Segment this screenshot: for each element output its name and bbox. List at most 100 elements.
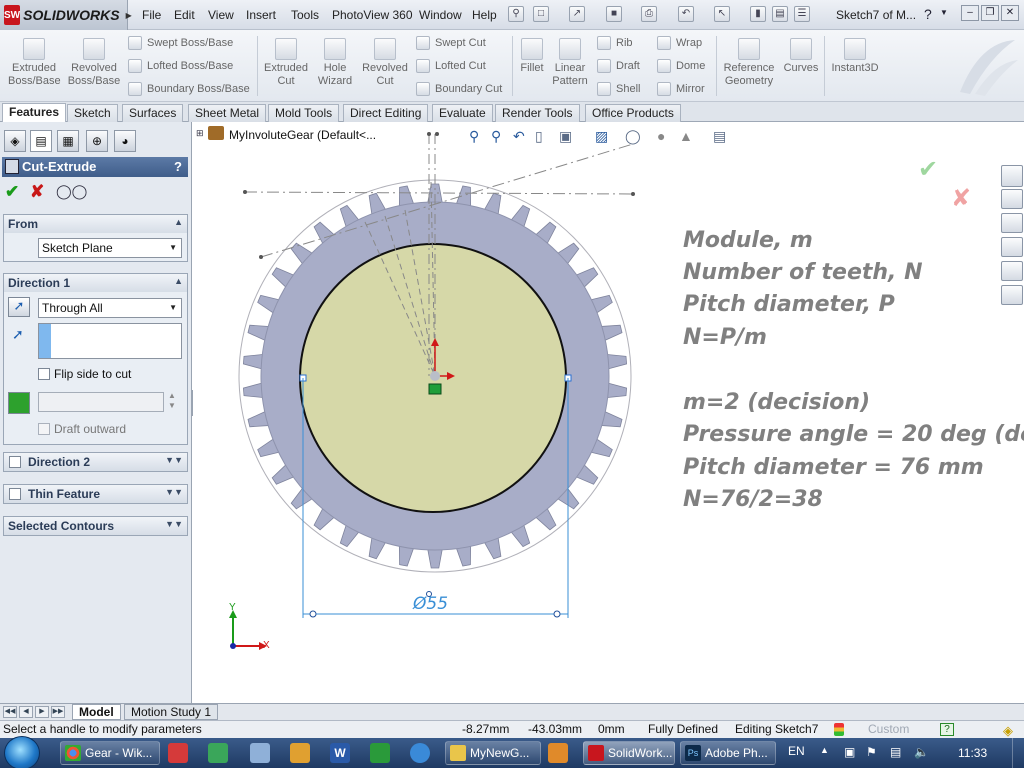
start-button-icon[interactable] xyxy=(4,736,40,768)
task-explorer[interactable]: MyNewG... xyxy=(445,741,541,765)
menu-view[interactable]: View xyxy=(208,8,234,22)
curves-button[interactable]: Curves xyxy=(782,38,820,75)
direction2-group[interactable]: Direction 2 ▼▼ xyxy=(3,452,188,472)
next-tab-icon[interactable]: ▶ xyxy=(35,706,49,718)
fillet-button[interactable]: Fillet xyxy=(517,38,547,75)
preview-icon[interactable]: ◯◯ xyxy=(56,183,87,200)
media-player-icon[interactable] xyxy=(548,743,568,763)
shell-button[interactable]: Shell xyxy=(597,82,640,96)
origin-point-icon[interactable] xyxy=(430,371,440,381)
save-icon[interactable]: ■ xyxy=(606,6,622,22)
note-line[interactable]: m=2 (decision) xyxy=(683,390,870,415)
language-indicator[interactable]: EN xyxy=(788,744,805,758)
expand-down-icon[interactable]: ▼▼ xyxy=(165,487,183,497)
boundary-boss-button[interactable]: Boundary Boss/Base xyxy=(128,82,250,96)
volume-icon[interactable]: 🔈 xyxy=(914,745,929,759)
sketch-point[interactable] xyxy=(427,132,431,136)
sketch-point[interactable] xyxy=(631,192,635,196)
lofted-boss-button[interactable]: Lofted Boss/Base xyxy=(128,59,233,73)
dimension-handle[interactable] xyxy=(553,610,561,618)
selected-contours-header[interactable]: Selected Contours xyxy=(4,517,187,535)
minimize-icon[interactable]: – xyxy=(961,5,979,21)
select-icon[interactable]: ↖ xyxy=(714,6,730,22)
dome-button[interactable]: Dome xyxy=(657,59,705,73)
last-tab-icon[interactable]: ▶▶ xyxy=(51,706,65,718)
dimension-handle[interactable] xyxy=(309,610,317,618)
menu-tools[interactable]: Tools xyxy=(291,8,319,22)
options-icon[interactable]: ☰ xyxy=(794,6,810,22)
network-icon[interactable]: ▤ xyxy=(890,745,901,759)
gmail-icon[interactable] xyxy=(168,743,188,763)
task-chrome[interactable]: Gear - Wik... xyxy=(60,741,160,765)
view-palette-icon[interactable] xyxy=(1001,237,1023,257)
first-tab-icon[interactable]: ◀◀ xyxy=(3,706,17,718)
word-icon[interactable]: W xyxy=(330,743,350,763)
app-icon[interactable] xyxy=(250,743,270,763)
tag-icon[interactable]: ◈ xyxy=(1003,722,1013,739)
selected-contours-group[interactable]: Selected Contours ▼▼ xyxy=(3,516,188,536)
menu-insert[interactable]: Insert xyxy=(246,8,276,22)
extruded-boss-button[interactable]: Extruded Boss/Base xyxy=(8,38,61,88)
tab-render-tools[interactable]: Render Tools xyxy=(495,104,580,122)
task-photoshop[interactable]: Ps Adobe Ph... xyxy=(680,741,776,765)
home-icon[interactable] xyxy=(1001,165,1023,187)
dimxpert-tab-icon[interactable]: ⊕ xyxy=(86,130,108,152)
end-condition-select[interactable]: Through All xyxy=(38,298,182,318)
collapse-up-icon[interactable]: ▲ xyxy=(174,217,183,227)
sketch-point[interactable] xyxy=(243,190,247,194)
swept-boss-button[interactable]: Swept Boss/Base xyxy=(128,36,233,50)
direction2-checkbox[interactable] xyxy=(9,456,21,468)
print-icon[interactable]: ⎙ xyxy=(641,6,657,22)
direction2-header[interactable]: Direction 2 xyxy=(4,453,187,471)
swept-cut-button[interactable]: Swept Cut xyxy=(416,36,486,50)
tab-sheet-metal[interactable]: Sheet Metal xyxy=(188,104,267,122)
tray-expand-icon[interactable]: ▲ xyxy=(820,745,829,755)
rib-button[interactable]: Rib xyxy=(597,36,633,50)
ie-icon[interactable] xyxy=(410,743,430,763)
coincident-relation-icon[interactable] xyxy=(428,383,442,395)
direction1-header[interactable]: Direction 1 xyxy=(4,274,187,292)
units-select[interactable]: Custom xyxy=(868,721,909,738)
thin-feature-header[interactable]: Thin Feature xyxy=(4,485,187,503)
boundary-cut-button[interactable]: Boundary Cut xyxy=(416,82,502,96)
rebuild-traffic-light-icon[interactable] xyxy=(834,723,844,736)
revolved-boss-button[interactable]: Revolved Boss/Base xyxy=(66,38,122,88)
wrap-button[interactable]: Wrap xyxy=(657,36,702,50)
custom-properties-icon[interactable] xyxy=(1001,285,1023,305)
tab-motion-study[interactable]: Motion Study 1 xyxy=(124,704,219,720)
restore-icon[interactable]: ❐ xyxy=(981,5,999,21)
close-icon[interactable]: ✕ xyxy=(1001,5,1019,21)
help-icon[interactable]: ? xyxy=(924,6,932,22)
mirror-button[interactable]: Mirror xyxy=(657,82,705,96)
undo-icon[interactable]: ↶ xyxy=(678,6,694,22)
graphics-area[interactable]: ⊞ MyInvoluteGear (Default<... ⚲ ⚲ ↶ ▯ ▣ … xyxy=(193,122,1024,703)
prev-tab-icon[interactable]: ◀ xyxy=(19,706,33,718)
menu-file[interactable]: File xyxy=(142,8,161,22)
note-line[interactable]: Number of teeth, N xyxy=(683,260,923,285)
menu-edit[interactable]: Edit xyxy=(174,8,195,22)
draft-angle-input[interactable] xyxy=(38,392,164,412)
from-header[interactable]: From xyxy=(4,215,187,233)
rebuild-icon[interactable]: ▮ xyxy=(750,6,766,22)
show-desktop-button[interactable] xyxy=(1012,738,1024,768)
tab-surfaces[interactable]: Surfaces xyxy=(122,104,184,122)
feature-tree-tab-icon[interactable]: ◈ xyxy=(4,130,26,152)
instant3d-button[interactable]: Instant3D xyxy=(828,38,882,75)
note-line[interactable]: Pitch diameter = 76 mm xyxy=(683,455,984,480)
lofted-cut-button[interactable]: Lofted Cut xyxy=(416,59,486,73)
help-status-icon[interactable]: ? xyxy=(940,723,954,736)
property-manager-tab-icon[interactable]: ▤ xyxy=(30,130,52,152)
sketch-point[interactable] xyxy=(435,132,439,136)
reference-geometry-button[interactable]: Reference Geometry xyxy=(721,38,777,88)
file-explorer-icon[interactable] xyxy=(1001,213,1023,233)
menu-window[interactable]: Window xyxy=(419,8,462,22)
action-center-icon[interactable]: ⚑ xyxy=(866,745,877,759)
hole-wizard-button[interactable]: Hole Wizard xyxy=(314,38,356,88)
tab-direct-editing[interactable]: Direct Editing xyxy=(343,104,429,122)
cancel-icon[interactable]: ✘ xyxy=(30,182,44,202)
configuration-manager-tab-icon[interactable]: ▦ xyxy=(57,130,79,152)
spin-up-icon[interactable]: ▲ xyxy=(168,391,176,400)
draft-toggle-icon[interactable] xyxy=(8,392,30,414)
revolved-cut-button[interactable]: Revolved Cut xyxy=(360,38,410,88)
diameter-dimension[interactable]: Ø55 xyxy=(413,594,448,614)
